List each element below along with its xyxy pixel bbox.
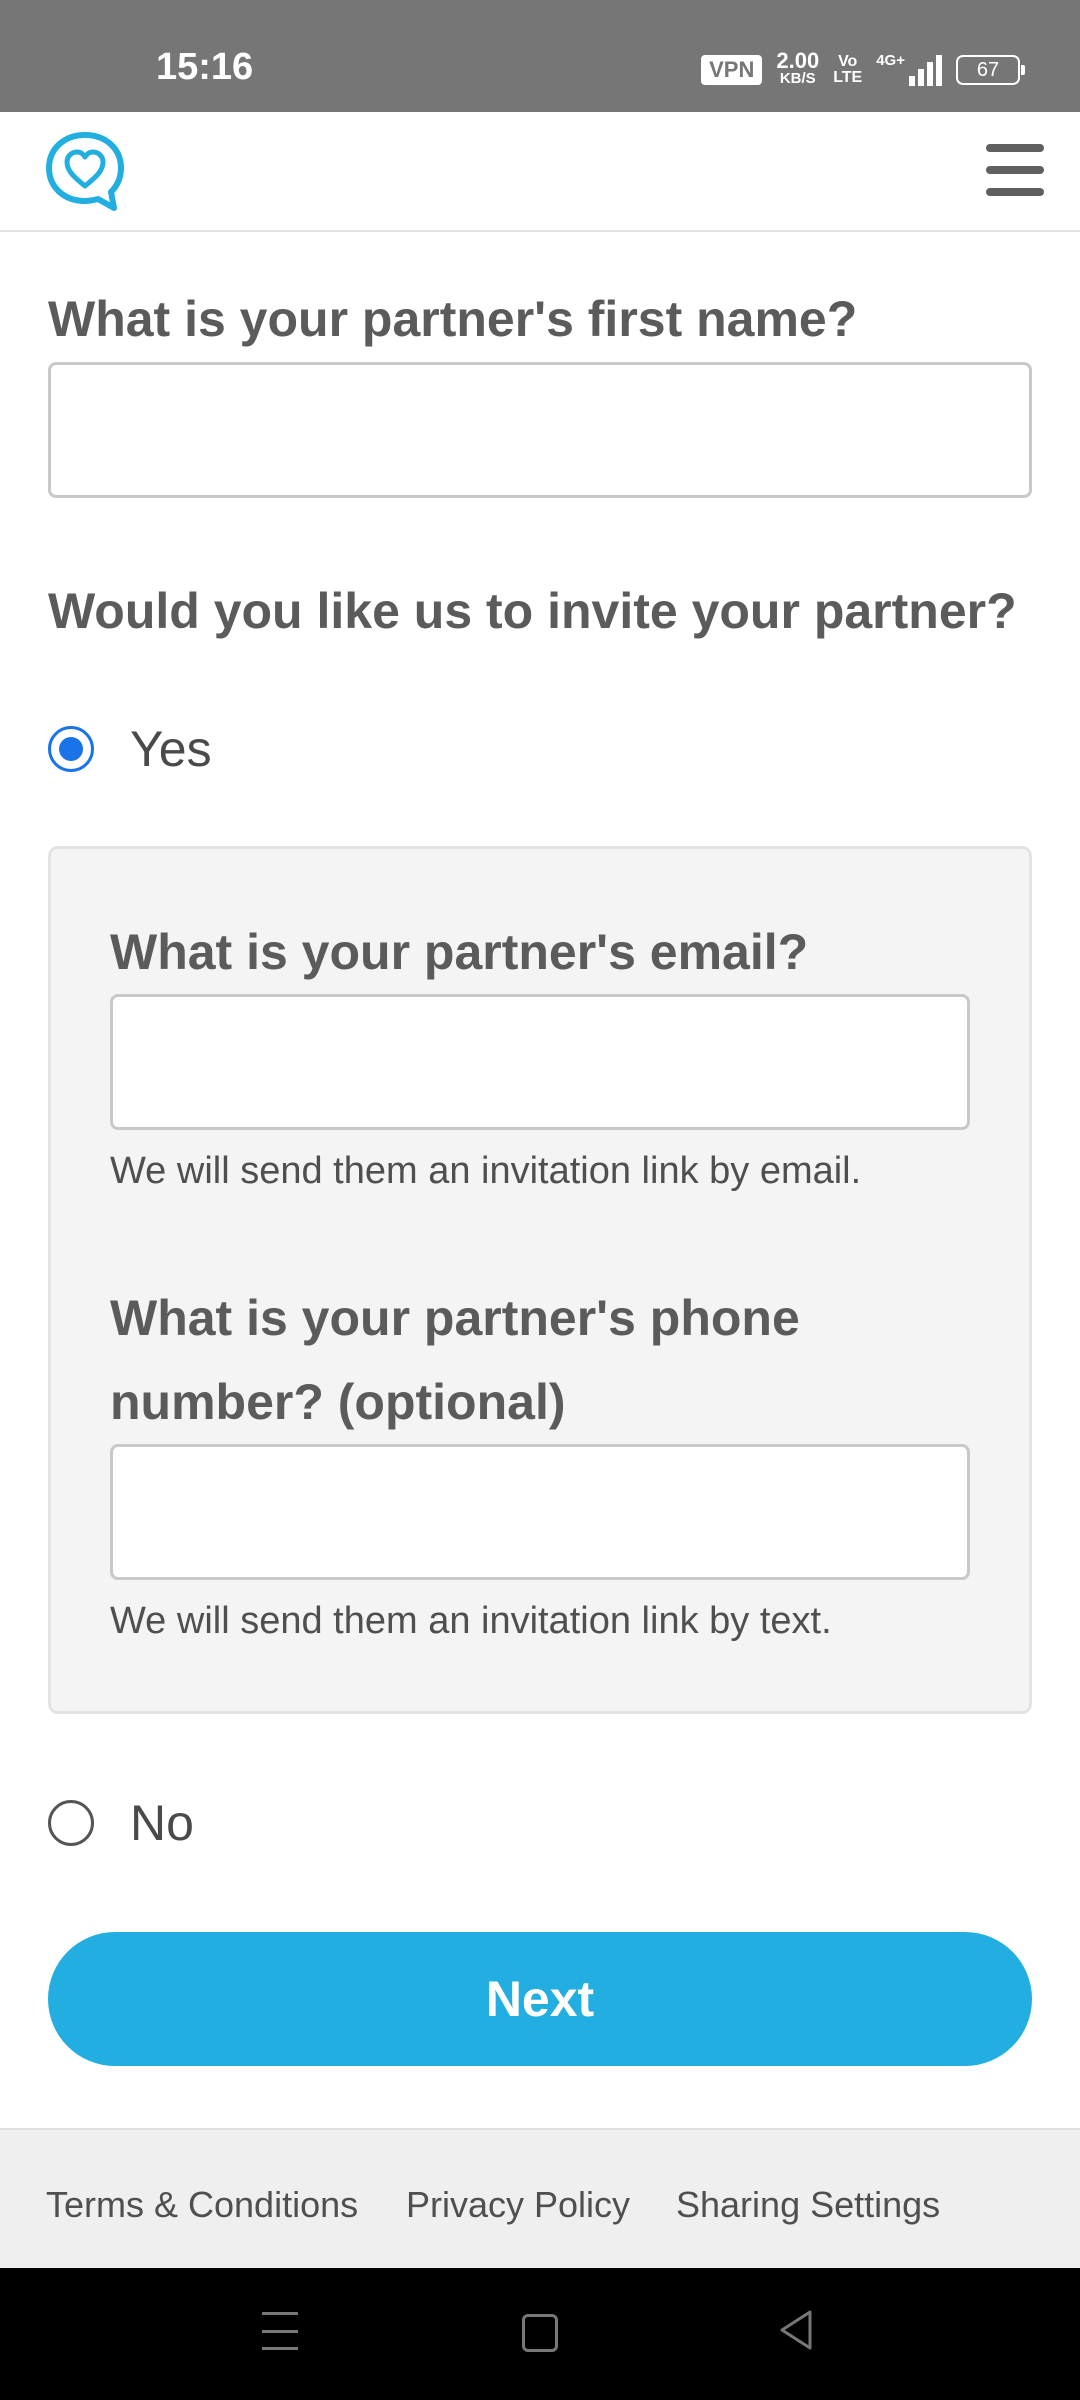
battery-level: 67 (976, 58, 1000, 81)
home-icon[interactable] (522, 2314, 558, 2352)
sharing-settings-link[interactable]: Sharing Settings (676, 2184, 940, 2226)
email-hint: We will send them an invitation link by … (110, 1150, 862, 1192)
no-radio[interactable] (48, 1800, 94, 1846)
network-speed-unit: KB/S (779, 70, 816, 87)
network-speed: 2.00 KB/S (776, 48, 820, 88)
yes-radio[interactable] (48, 726, 94, 772)
phone-question: What is your partner's phone number? (op… (110, 1290, 800, 1430)
status-time: 15:16 (156, 46, 254, 88)
first-name-input[interactable] (48, 362, 1032, 498)
phone-input[interactable] (110, 1444, 970, 1580)
volte-icon: Vo LTE (833, 54, 862, 86)
back-icon[interactable] (776, 2308, 816, 2352)
network-speed-value: 2.00 (776, 48, 820, 73)
vpn-badge: VPN (701, 55, 763, 85)
hamburger-menu-icon[interactable] (986, 144, 1044, 196)
battery-icon: 67 (956, 55, 1025, 85)
yes-option[interactable]: Yes (48, 720, 212, 778)
app-header (0, 112, 1080, 232)
heart-chat-bubble-icon[interactable] (44, 130, 126, 212)
system-nav-bar (0, 2268, 1080, 2400)
privacy-link[interactable]: Privacy Policy (406, 2184, 630, 2226)
footer: Terms & Conditions Privacy Policy Sharin… (0, 2128, 1080, 2270)
volte-top-label: Vo (838, 53, 858, 70)
no-label: No (130, 1795, 194, 1851)
yes-label: Yes (130, 721, 212, 777)
email-input[interactable] (110, 994, 970, 1130)
phone-hint: We will send them an invitation link by … (110, 1600, 832, 1642)
volte-bottom-label: LTE (833, 69, 863, 86)
recent-apps-icon[interactable] (262, 2312, 298, 2350)
signal-icon (909, 54, 942, 86)
status-bar: 15:16 VPN 2.00 KB/S Vo LTE 4G+ 67 (0, 0, 1080, 112)
invite-question: Would you like us to invite your partner… (48, 583, 1017, 639)
next-button[interactable]: Next (48, 1932, 1032, 2066)
email-question: What is your partner's email? (110, 924, 809, 980)
first-name-question: What is your partner's first name? (48, 291, 858, 347)
status-icons: VPN 2.00 KB/S Vo LTE 4G+ 67 (701, 48, 1025, 88)
terms-link[interactable]: Terms & Conditions (46, 2184, 358, 2226)
network-type: 4G+ (876, 52, 905, 69)
no-option[interactable]: No (48, 1794, 194, 1852)
